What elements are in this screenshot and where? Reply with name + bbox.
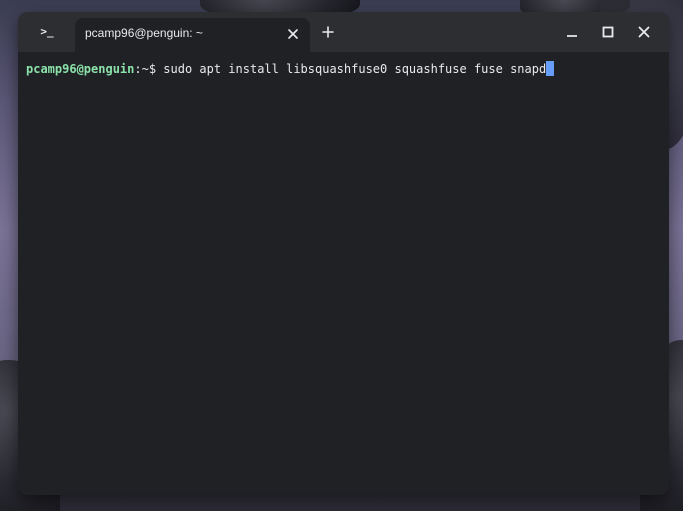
prompt-user-host: pcamp96@penguin — [26, 62, 135, 76]
close-icon — [288, 29, 298, 39]
close-icon — [638, 26, 650, 38]
tab-close-button[interactable] — [283, 24, 303, 44]
maximize-icon — [602, 26, 614, 38]
prompt-path: :~$ — [134, 62, 157, 76]
terminal-area[interactable]: pcamp96@penguin:~$ sudo apt install libs… — [18, 52, 669, 495]
maximize-button[interactable] — [594, 20, 622, 44]
minimize-icon — [567, 35, 577, 37]
close-window-button[interactable] — [630, 20, 658, 44]
text-cursor — [546, 61, 555, 76]
terminal-window: >_ pcamp96@penguin: ~ pcamp96@penguin:~$… — [18, 12, 669, 495]
minimize-button[interactable] — [558, 20, 586, 44]
command-text: sudo apt install libsquashfuse0 squashfu… — [156, 62, 547, 76]
terminal-app-icon[interactable]: >_ — [32, 22, 62, 42]
command-line[interactable]: pcamp96@penguin:~$ sudo apt install libs… — [26, 61, 555, 77]
tab-terminal[interactable]: pcamp96@penguin: ~ — [75, 18, 310, 52]
tab-title: pcamp96@penguin: ~ — [85, 26, 203, 40]
new-tab-button[interactable] — [316, 22, 340, 42]
title-bar[interactable]: >_ pcamp96@penguin: ~ — [18, 12, 669, 52]
plus-icon — [322, 26, 334, 38]
